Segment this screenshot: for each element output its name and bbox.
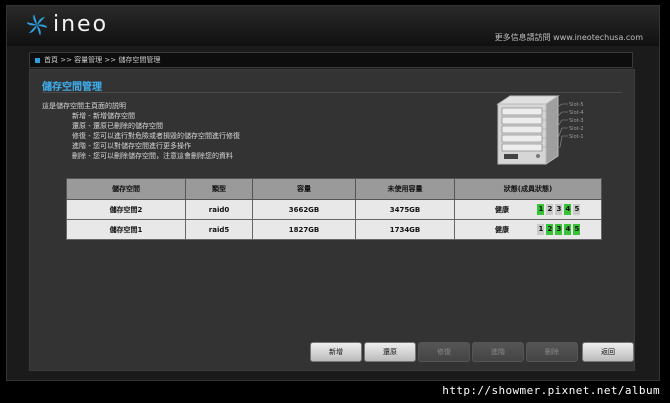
logo-text: ineo	[53, 12, 109, 37]
back-button[interactable]: 返回	[582, 342, 634, 362]
header-bar: ineo 更多信息請訪問 www.ineotechusa.com	[7, 6, 659, 46]
storage-table: 儲存空間 類型 容量 未使用容量 狀態(成員狀態) 儲存空間2 raid0 36…	[66, 178, 602, 240]
description-line: 修復 - 您可以進行對危險或者損毀的儲存空間進行修復	[72, 132, 240, 140]
cell-status: 健康 12345	[454, 219, 602, 240]
cell-status: 健康 12345	[454, 199, 602, 220]
disk-indicator: 1	[537, 224, 545, 235]
pinwheel-logo-icon	[27, 14, 47, 35]
cell-name[interactable]: 儲存空間2	[66, 199, 186, 220]
col-header-type[interactable]: 類型	[185, 178, 253, 200]
description-line: 還原 - 還原已刪除的儲存空間	[72, 122, 163, 130]
disk-indicator: 2	[546, 204, 554, 215]
col-header-name[interactable]: 儲存空間	[66, 178, 186, 200]
page-description: 這是儲存空間主頁面的説明 新增 - 新增儲存空間 還原 - 還原已刪除的儲存空間…	[42, 101, 240, 161]
disk-indicator: 3	[555, 204, 563, 215]
slot-label: Slot-4	[569, 110, 584, 116]
disk-indicator: 4	[564, 224, 572, 235]
description-line: 刪除 - 您可以刪除儲存空間，注意這會刪除您的資料	[72, 152, 233, 160]
promo-link[interactable]: 更多信息請訪問 www.ineotechusa.com	[495, 32, 643, 43]
cell-free: 1734GB	[355, 219, 455, 240]
watermark-url: http://showmer.pixnet.net/album	[442, 384, 660, 397]
title-divider	[42, 92, 622, 93]
disk-indicator: 5	[573, 204, 581, 215]
cell-free: 3475GB	[355, 199, 455, 220]
status-label: 健康	[495, 205, 509, 214]
table-row[interactable]: 儲存空間1 raid5 1827GB 1734GB 健康 12345	[66, 219, 602, 240]
col-header-capacity[interactable]: 容量	[252, 178, 356, 200]
table-header-row: 儲存空間 類型 容量 未使用容量 狀態(成員狀態)	[66, 178, 602, 200]
cell-capacity: 1827GB	[252, 219, 356, 240]
disk-indicator: 4	[564, 204, 572, 215]
disk-indicator: 5	[573, 224, 581, 235]
breadcrumb-square-icon	[35, 57, 40, 63]
nas-chassis-diagram: Slot-5 Slot-4 Slot-3 Slot-2 Slot-1	[496, 95, 584, 165]
col-header-status[interactable]: 狀態(成員狀態)	[454, 178, 602, 200]
col-header-free[interactable]: 未使用容量	[355, 178, 455, 200]
slot-label: Slot-3	[569, 118, 584, 124]
disk-indicator: 1	[537, 204, 545, 215]
description-line: 新增 - 新增儲存空間	[72, 112, 135, 120]
description-line: 進階 - 您可以對儲存空間進行更多操作	[72, 142, 191, 150]
brand-logo[interactable]: ineo	[27, 12, 108, 37]
cell-name[interactable]: 儲存空間1	[66, 219, 186, 240]
table-row[interactable]: 儲存空間2 raid0 3662GB 3475GB 健康 12345	[66, 199, 602, 220]
add-button[interactable]: 新增	[310, 342, 362, 362]
disk-indicator: 2	[546, 224, 554, 235]
description-intro: 這是儲存空間主頁面的説明	[42, 102, 126, 110]
restore-button[interactable]: 還原	[364, 342, 416, 362]
repair-button[interactable]: 修復	[418, 342, 470, 362]
breadcrumb: 首頁 >> 容量管理 >> 儲存空間管理	[29, 52, 633, 68]
breadcrumb-text[interactable]: 首頁 >> 容量管理 >> 儲存空間管理	[44, 56, 160, 64]
advanced-button[interactable]: 進階	[472, 342, 524, 362]
disk-indicator: 3	[555, 224, 563, 235]
status-label: 健康	[495, 225, 509, 234]
app-window: ineo 更多信息請訪問 www.ineotechusa.com 首頁 >> 容…	[6, 5, 660, 381]
cell-capacity: 3662GB	[252, 199, 356, 220]
slot-label: Slot-1	[569, 134, 584, 140]
slot-label: Slot-5	[569, 102, 584, 108]
delete-button[interactable]: 刪除	[526, 342, 578, 362]
page-title: 儲存空間管理	[42, 82, 102, 93]
cell-type: raid0	[185, 199, 253, 220]
cell-type: raid5	[185, 219, 253, 240]
main-panel: 儲存空間管理 這是儲存空間主頁面的説明 新增 - 新增儲存空間 還原 - 還原已…	[29, 69, 635, 371]
slot-label: Slot-2	[569, 126, 584, 132]
